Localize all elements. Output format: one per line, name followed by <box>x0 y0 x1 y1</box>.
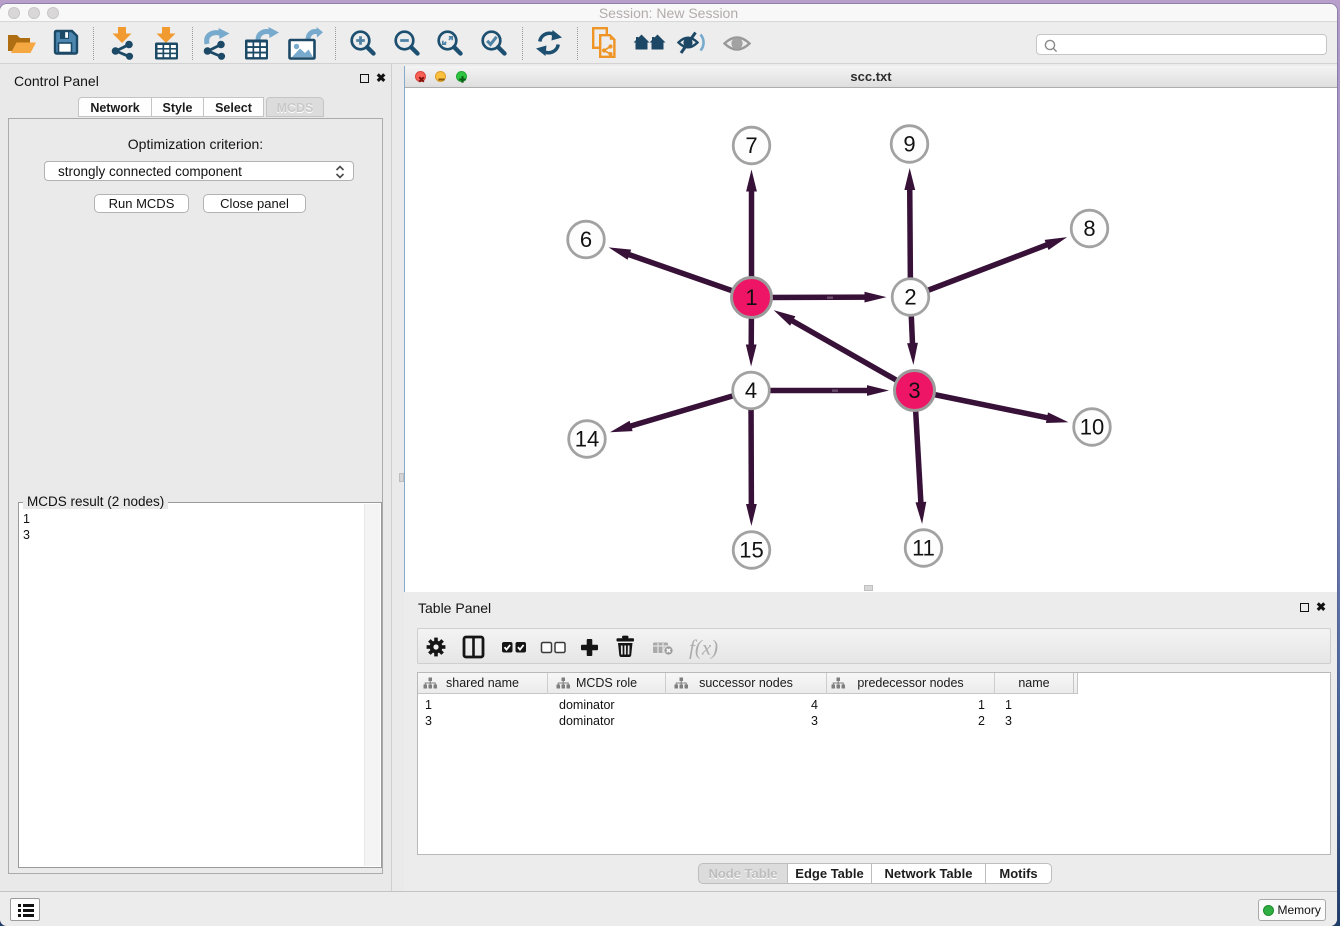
svg-text:9: 9 <box>903 132 915 157</box>
svg-text:6: 6 <box>580 227 592 252</box>
svg-text:2: 2 <box>904 285 916 310</box>
svg-text:7: 7 <box>745 133 757 158</box>
svg-text:14: 14 <box>575 427 599 452</box>
svg-text:8: 8 <box>1083 216 1095 241</box>
svg-text:4: 4 <box>745 378 757 403</box>
svg-text:3: 3 <box>908 378 920 403</box>
svg-text:10: 10 <box>1080 415 1104 440</box>
svg-text:15: 15 <box>739 538 763 563</box>
svg-text:11: 11 <box>912 536 935 561</box>
svg-text:1: 1 <box>745 285 757 310</box>
svg-text:f(x): f(x) <box>689 636 718 660</box>
